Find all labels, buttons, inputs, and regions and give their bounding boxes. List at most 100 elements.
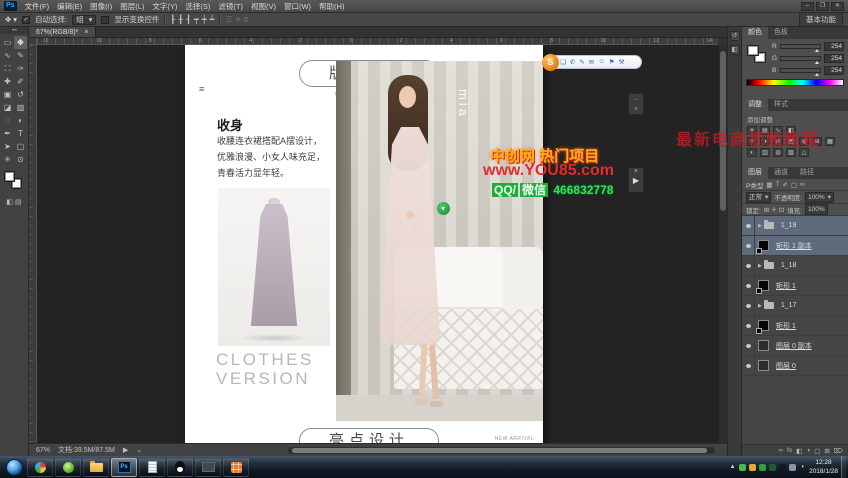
blend-mode-dropdown[interactable]: 正常▾ bbox=[746, 192, 771, 203]
pen-tool[interactable]: ✒ bbox=[1, 127, 14, 140]
quick-mask-icon[interactable]: ◧ bbox=[6, 198, 13, 206]
layers-panel-button[interactable]: ∞ bbox=[778, 447, 783, 454]
taskbar-clock[interactable]: 12:28 2018/1/28 bbox=[806, 458, 841, 477]
channel-slider[interactable] bbox=[780, 56, 821, 61]
layer-name[interactable]: 图层 0 副本 bbox=[776, 341, 812, 351]
menu-item[interactable]: 选择(S) bbox=[185, 1, 210, 12]
taskbar-app-imageviewer[interactable] bbox=[223, 458, 249, 477]
taskbar-app-photoshop[interactable]: Ps bbox=[111, 458, 137, 477]
history-brush-tool[interactable]: ↺ bbox=[14, 88, 27, 101]
layer-name[interactable]: 1_17 bbox=[781, 302, 797, 309]
layers-panel-button[interactable]: fx bbox=[787, 447, 792, 454]
workspace-switcher-button[interactable]: 基本功能 bbox=[799, 12, 843, 27]
align-right-edges-icon[interactable]: ┨ bbox=[186, 15, 191, 24]
eyedropper-tool[interactable]: ✑ bbox=[14, 62, 27, 75]
volume-icon[interactable]: ◖ bbox=[799, 464, 806, 471]
矩形 1 副本[interactable]: ▶ 矩形 1 副本 bbox=[742, 236, 848, 256]
slider-knob-icon[interactable] bbox=[815, 49, 819, 52]
mask-thumbnail[interactable] bbox=[756, 248, 762, 254]
layer-name[interactable]: 矩形 1 bbox=[776, 281, 796, 291]
screen-mode-icon[interactable]: ▤ bbox=[15, 198, 22, 206]
type-tool[interactable]: T bbox=[14, 127, 27, 140]
play-icon[interactable]: ▶ bbox=[629, 174, 643, 188]
visibility-toggle[interactable] bbox=[742, 276, 755, 295]
panel-tab[interactable]: 路径 bbox=[794, 167, 820, 179]
align-left-edges-icon[interactable]: ┠ bbox=[170, 15, 175, 24]
tray-green-icon[interactable] bbox=[739, 464, 746, 471]
channel-slider[interactable] bbox=[780, 68, 821, 73]
taskbar-app-notepad[interactable] bbox=[139, 458, 165, 477]
color-spectrum-ramp[interactable] bbox=[746, 79, 844, 86]
tools-icon[interactable]: ⚒ bbox=[619, 58, 625, 66]
brush-tool[interactable]: ✐ bbox=[14, 75, 27, 88]
slider-knob-icon[interactable] bbox=[815, 73, 819, 76]
visibility-toggle[interactable] bbox=[742, 296, 755, 315]
show-transform-checkbox[interactable] bbox=[101, 16, 109, 24]
minimize-button[interactable]: – bbox=[801, 2, 814, 11]
layer-name[interactable]: 矩形 1 副本 bbox=[776, 241, 812, 251]
layer-thumbnail[interactable] bbox=[758, 360, 769, 371]
menu-item[interactable]: 滤镜(T) bbox=[218, 1, 243, 12]
distribute-icon-1[interactable]: ☰ bbox=[225, 15, 232, 24]
filter-icon[interactable]: ▢ bbox=[791, 181, 797, 189]
menu-item[interactable]: 文件(F) bbox=[25, 1, 50, 12]
tray-black-icon[interactable] bbox=[779, 464, 786, 471]
expand-arrow-icon[interactable]: ▶ bbox=[758, 303, 762, 309]
slider-knob-icon[interactable] bbox=[815, 61, 819, 64]
s-logo-icon[interactable]: S bbox=[542, 54, 559, 71]
panel-tab[interactable]: 通道 bbox=[768, 167, 794, 179]
layer-name[interactable]: 矩形 1 bbox=[776, 321, 796, 331]
mail-icon[interactable]: ✉ bbox=[589, 58, 594, 66]
filter-kind-label[interactable]: P类型 bbox=[746, 180, 763, 190]
mask-thumbnail[interactable] bbox=[756, 328, 762, 334]
channel-value[interactable]: 254 bbox=[824, 54, 844, 63]
visibility-toggle[interactable] bbox=[742, 316, 755, 335]
opacity-value[interactable]: 100%▾ bbox=[805, 192, 834, 203]
toolbar-collapse-icon[interactable]: ◂◂ bbox=[0, 27, 28, 34]
tray-orange-icon[interactable] bbox=[749, 464, 756, 471]
visibility-toggle[interactable] bbox=[742, 216, 755, 235]
lock-icon[interactable]: ⊞ bbox=[764, 206, 769, 214]
eraser-tool[interactable]: ◪ bbox=[1, 101, 14, 114]
visibility-toggle[interactable] bbox=[742, 356, 755, 375]
fill-value[interactable]: 100% bbox=[805, 204, 828, 215]
pen-icon[interactable]: ✎ bbox=[579, 58, 584, 66]
chat-icon[interactable]: ❏ bbox=[560, 58, 566, 66]
mask-thumbnail[interactable] bbox=[756, 288, 762, 294]
screen-recorder-toolbar[interactable]: S ❏✆✎✉☺⚑⚒ bbox=[544, 55, 642, 69]
move-tool[interactable]: ✥ bbox=[14, 36, 27, 49]
channel-slider[interactable] bbox=[780, 44, 821, 49]
expand-arrow-icon[interactable]: ▶ bbox=[758, 223, 762, 229]
zoom-tool[interactable]: ⊙ bbox=[14, 153, 27, 166]
lock-icon[interactable]: ⊡ bbox=[779, 206, 784, 214]
图层 0 副本[interactable]: ▶ 图层 0 副本 bbox=[742, 336, 848, 356]
distribute-icon-3[interactable]: ≣ bbox=[243, 15, 248, 24]
foreground-color-swatch[interactable] bbox=[4, 171, 15, 182]
layer-name[interactable]: 1_19 bbox=[781, 222, 797, 229]
channel-value[interactable]: 254 bbox=[824, 66, 844, 75]
expand-arrow-icon[interactable]: ▶ bbox=[758, 263, 762, 269]
layers-panel-button[interactable]: ◧ bbox=[796, 447, 802, 455]
dodge-tool[interactable]: ◐ bbox=[14, 114, 27, 127]
restore-button[interactable]: ❐ bbox=[816, 2, 829, 11]
menu-item[interactable]: 文字(Y) bbox=[152, 1, 177, 12]
auto-select-target-dropdown[interactable]: 组▾ bbox=[72, 15, 96, 25]
layers-panel-button[interactable]: ◑ bbox=[806, 447, 810, 454]
collapsed-float-panel[interactable]: ↔ ≡ bbox=[628, 93, 644, 115]
collapsed-history-icon[interactable]: ↺ bbox=[730, 31, 740, 41]
矩形 1[interactable]: ▶ 矩形 1 bbox=[742, 316, 848, 336]
document-tab[interactable]: 67%(RGB/8)* × bbox=[30, 27, 96, 37]
1_17[interactable]: ▶ 1_17 bbox=[742, 296, 848, 316]
panel-tab[interactable]: 图层 bbox=[742, 167, 768, 179]
close-button[interactable]: ✕ bbox=[831, 2, 844, 11]
filter-icon[interactable]: T bbox=[776, 181, 780, 189]
align-horizontal-centers-icon[interactable]: ┿ bbox=[202, 15, 207, 24]
status-caret-icon[interactable]: ▶ bbox=[123, 446, 128, 454]
tray-gray-icon[interactable] bbox=[789, 464, 796, 471]
vertical-scrollbar[interactable] bbox=[718, 45, 727, 443]
hand-tool[interactable]: ✳ bbox=[1, 153, 14, 166]
start-button[interactable] bbox=[6, 459, 23, 476]
scrollbar-thumb[interactable] bbox=[292, 448, 707, 453]
layers-panel-button[interactable]: ⊞ bbox=[824, 447, 829, 455]
filter-icon[interactable]: ▦ bbox=[766, 181, 772, 189]
